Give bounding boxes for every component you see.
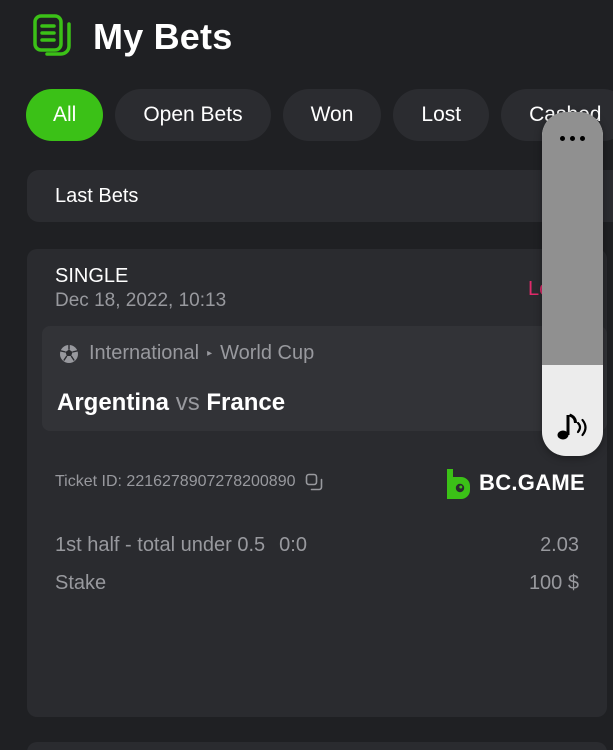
league-category: International	[89, 342, 200, 364]
ticket-id: Ticket ID: 2216278907278200890	[55, 473, 323, 491]
bc-game-logo-icon	[447, 469, 470, 499]
volume-overlay-panel[interactable]	[542, 112, 603, 456]
page-title: My Bets	[93, 16, 233, 57]
soccer-ball-icon	[60, 344, 78, 363]
document-list-icon	[33, 14, 71, 56]
home-team: Argentina	[57, 389, 170, 416]
bet-card[interactable]: SINGLE Dec 18, 2022, 10:13 Lost Internat…	[27, 249, 607, 717]
match-teams: Argentina vs France	[57, 389, 285, 417]
selection-odds: 2.03	[540, 534, 579, 556]
tab-all[interactable]: All	[26, 89, 104, 141]
selection-market: 1st half - total under 0.5	[55, 534, 266, 556]
stake-row: Stake 100 $	[55, 572, 579, 595]
ticket-id-text: Ticket ID: 2216278907278200890	[55, 473, 296, 490]
selection-info: 1st half - total under 0.5 0:0	[55, 534, 307, 557]
vs-label: vs	[175, 389, 200, 416]
page-header: My Bets	[33, 14, 232, 60]
selection-score: 0:0	[279, 534, 307, 556]
my-bets-page: My Bets All Open Bets Won Lost Cashed La…	[0, 0, 613, 750]
chevron-right-icon: ▸	[207, 348, 213, 359]
selection-row: 1st half - total under 0.5 0:0 2.03	[55, 534, 579, 557]
tab-open-bets[interactable]: Open Bets	[115, 89, 271, 141]
brand-logo: BC.GAME	[445, 467, 585, 499]
away-team: France	[206, 389, 286, 416]
match-panel[interactable]: International ▸ World Cup Argentina vs F…	[42, 326, 607, 431]
league-name: World Cup	[220, 342, 315, 364]
league-breadcrumb: International ▸ World Cup	[59, 342, 314, 365]
stake-value: 100 $	[528, 572, 579, 594]
tab-won[interactable]: Won	[282, 89, 382, 141]
tab-lost[interactable]: Lost	[393, 89, 490, 141]
last-bets-label: Last Bets	[55, 184, 139, 207]
stake-label: Stake	[55, 572, 107, 594]
last-bets-section[interactable]: Last Bets	[27, 170, 613, 222]
bet-type: SINGLE	[55, 265, 129, 287]
bet-filter-tabs: All Open Bets Won Lost Cashed	[26, 89, 613, 141]
copy-icon[interactable]	[305, 473, 323, 491]
music-volume-icon[interactable]	[555, 412, 591, 442]
next-bet-card[interactable]	[27, 742, 607, 750]
more-options-icon[interactable]	[542, 126, 603, 150]
bet-date: Dec 18, 2022, 10:13	[55, 290, 227, 311]
brand-name: BC.GAME	[479, 470, 585, 495]
